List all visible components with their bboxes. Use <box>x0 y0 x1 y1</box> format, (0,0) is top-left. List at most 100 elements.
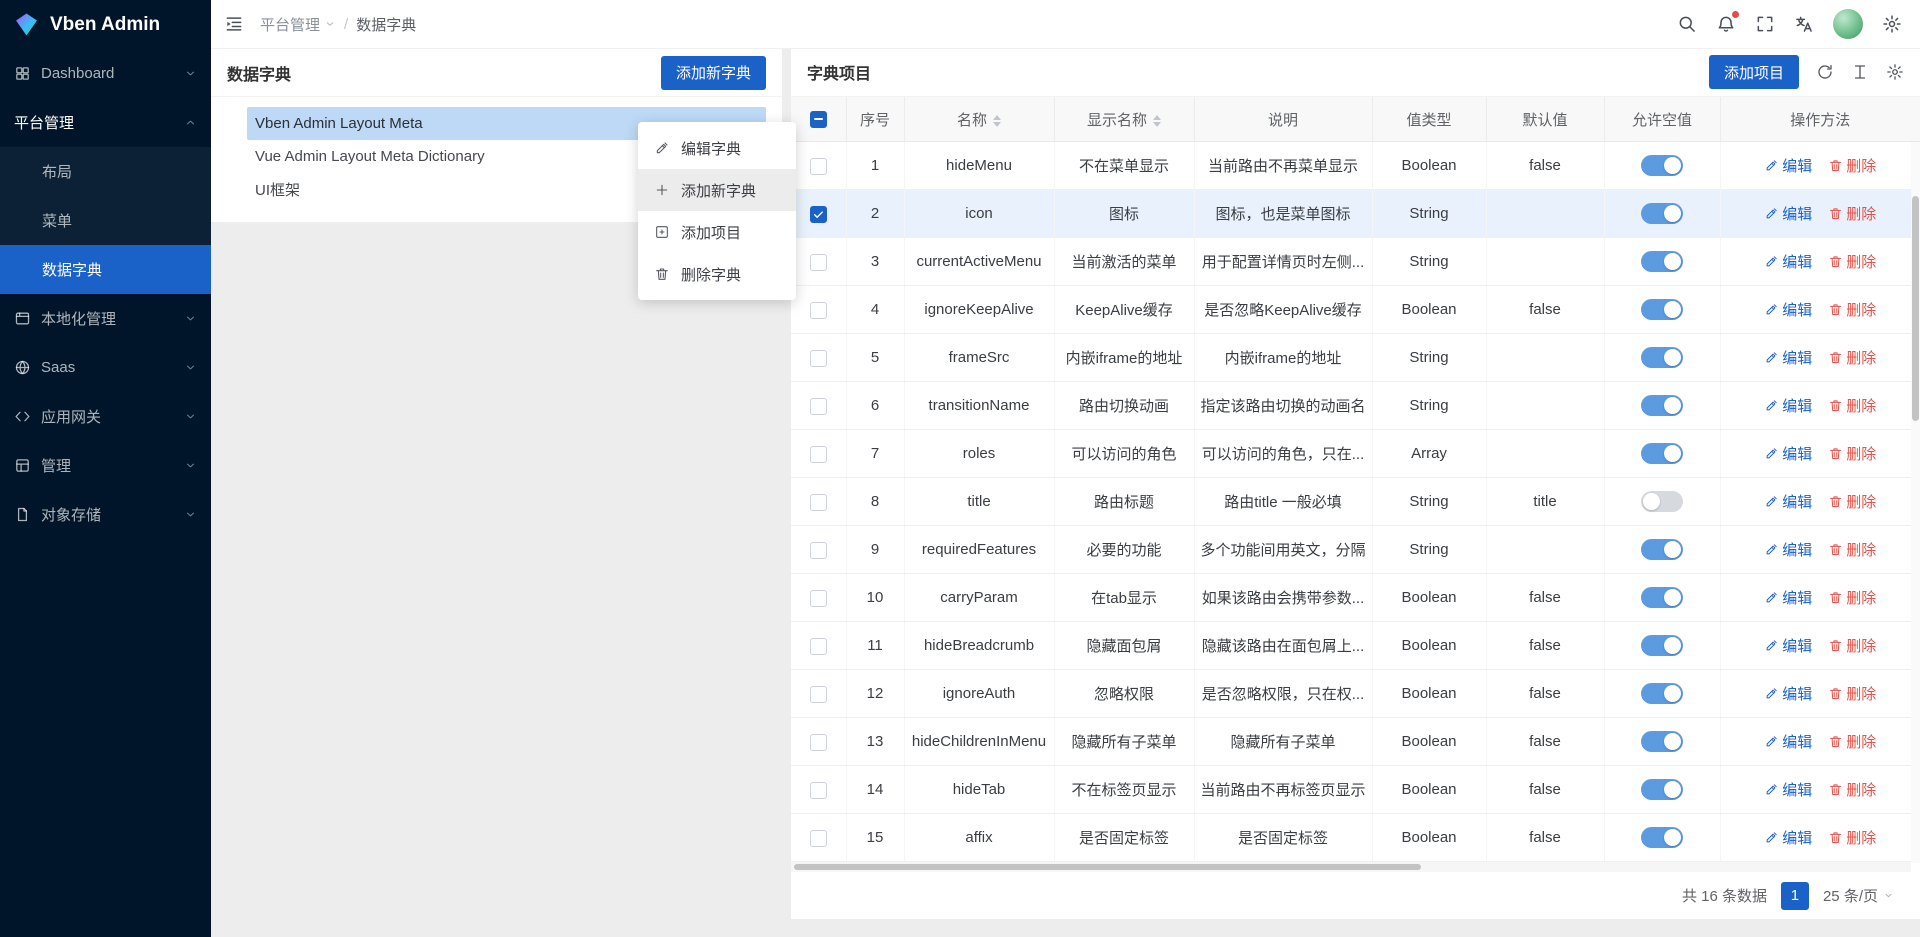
delete-row-button[interactable]: 删除 <box>1828 683 1876 704</box>
allow-null-toggle[interactable] <box>1641 539 1683 560</box>
allow-null-toggle[interactable] <box>1641 347 1683 368</box>
row-checkbox[interactable] <box>810 734 827 751</box>
sort-icon[interactable] <box>1153 115 1161 127</box>
collapse-sidebar-button[interactable] <box>224 14 244 34</box>
row-checkbox[interactable] <box>810 782 827 799</box>
table-row[interactable]: 14hideTab不在标签页显示当前路由不再标签页显示Booleanfalse编… <box>791 766 1920 814</box>
table-row[interactable]: 1hideMenu不在菜单显示当前路由不再菜单显示Booleanfalse编辑删… <box>791 142 1920 190</box>
allow-null-toggle[interactable] <box>1641 299 1683 320</box>
edit-row-button[interactable]: 编辑 <box>1764 587 1812 608</box>
delete-row-button[interactable]: 删除 <box>1828 587 1876 608</box>
table-row[interactable]: 4ignoreKeepAliveKeepAlive缓存是否忽略KeepAlive… <box>791 286 1920 334</box>
allow-null-toggle[interactable] <box>1641 251 1683 272</box>
select-all-checkbox[interactable] <box>810 111 827 128</box>
row-checkbox[interactable] <box>810 398 827 415</box>
horizontal-scrollbar-thumb[interactable] <box>794 864 1421 870</box>
allow-null-toggle[interactable] <box>1641 587 1683 608</box>
delete-row-button[interactable]: 删除 <box>1828 491 1876 512</box>
allow-null-toggle[interactable] <box>1641 203 1683 224</box>
row-checkbox[interactable] <box>810 302 827 319</box>
add-dict-button[interactable]: 添加新字典 <box>661 56 766 90</box>
sidebar-item-layout[interactable]: 布局 <box>0 147 211 196</box>
context-menu-item-delete-dict[interactable]: 删除字典 <box>638 253 796 295</box>
sidebar-item-menu[interactable]: 菜单 <box>0 196 211 245</box>
edit-row-button[interactable]: 编辑 <box>1764 635 1812 656</box>
sidebar-item-data-dictionary[interactable]: 数据字典 <box>0 245 211 294</box>
logo[interactable]: Vben Admin <box>0 0 211 49</box>
sidebar-item-management[interactable]: 管理 <box>0 441 211 490</box>
row-checkbox[interactable] <box>810 158 827 175</box>
notifications-button[interactable] <box>1716 14 1736 34</box>
table-row[interactable]: 9requiredFeatures必要的功能多个功能间用英文，分隔String编… <box>791 526 1920 574</box>
row-checkbox[interactable] <box>810 350 827 367</box>
edit-row-button[interactable]: 编辑 <box>1764 155 1812 176</box>
horizontal-scrollbar[interactable] <box>791 862 1911 872</box>
sidebar-item-localization[interactable]: 本地化管理 <box>0 294 211 343</box>
allow-null-toggle[interactable] <box>1641 683 1683 704</box>
add-item-button[interactable]: 添加项目 <box>1709 55 1799 89</box>
row-checkbox[interactable] <box>810 542 827 559</box>
delete-row-button[interactable]: 删除 <box>1828 731 1876 752</box>
row-checkbox[interactable] <box>810 686 827 703</box>
edit-row-button[interactable]: 编辑 <box>1764 203 1812 224</box>
delete-row-button[interactable]: 删除 <box>1828 203 1876 224</box>
user-avatar[interactable] <box>1833 9 1863 39</box>
table-row[interactable]: 2icon图标图标，也是菜单图标String编辑删除 <box>791 190 1920 238</box>
edit-row-button[interactable]: 编辑 <box>1764 827 1812 848</box>
delete-row-button[interactable]: 删除 <box>1828 443 1876 464</box>
edit-row-button[interactable]: 编辑 <box>1764 443 1812 464</box>
table-row[interactable]: 15affix是否固定标签是否固定标签Booleanfalse编辑删除 <box>791 814 1920 862</box>
vertical-scrollbar-thumb[interactable] <box>1912 196 1919 421</box>
edit-row-button[interactable]: 编辑 <box>1764 347 1812 368</box>
row-checkbox[interactable] <box>810 590 827 607</box>
refresh-icon[interactable] <box>1816 63 1834 81</box>
table-row[interactable]: 10carryParam在tab显示如果该路由会携带参数...Booleanfa… <box>791 574 1920 622</box>
context-menu-item-add-new-dict[interactable]: 添加新字典 <box>638 169 796 211</box>
sidebar-item-app-gateway[interactable]: 应用网关 <box>0 392 211 441</box>
sidebar-item-saas[interactable]: Saas <box>0 343 211 392</box>
edit-row-button[interactable]: 编辑 <box>1764 731 1812 752</box>
allow-null-toggle[interactable] <box>1641 443 1683 464</box>
delete-row-button[interactable]: 删除 <box>1828 539 1876 560</box>
delete-row-button[interactable]: 删除 <box>1828 827 1876 848</box>
page-number-button[interactable]: 1 <box>1781 882 1809 910</box>
translate-icon[interactable] <box>1794 14 1814 34</box>
breadcrumb-item-parent[interactable]: 平台管理 <box>260 14 336 35</box>
table-row[interactable]: 12ignoreAuth忽略权限是否忽略权限，只在权...Booleanfals… <box>791 670 1920 718</box>
delete-row-button[interactable]: 删除 <box>1828 395 1876 416</box>
row-checkbox[interactable] <box>810 446 827 463</box>
allow-null-toggle[interactable] <box>1641 155 1683 176</box>
row-checkbox[interactable] <box>810 494 827 511</box>
allow-null-toggle[interactable] <box>1641 779 1683 800</box>
allow-null-toggle[interactable] <box>1641 395 1683 416</box>
delete-row-button[interactable]: 删除 <box>1828 155 1876 176</box>
delete-row-button[interactable]: 删除 <box>1828 299 1876 320</box>
context-menu-item-add-item[interactable]: 添加项目 <box>638 211 796 253</box>
allow-null-toggle[interactable] <box>1641 731 1683 752</box>
allow-null-toggle[interactable] <box>1641 827 1683 848</box>
table-row[interactable]: 5frameSrc内嵌iframe的地址内嵌iframe的地址String编辑删… <box>791 334 1920 382</box>
table-settings-gear-icon[interactable] <box>1886 63 1904 81</box>
edit-row-button[interactable]: 编辑 <box>1764 683 1812 704</box>
settings-gear-icon[interactable] <box>1882 14 1902 34</box>
vertical-scrollbar[interactable] <box>1911 142 1920 863</box>
edit-row-button[interactable]: 编辑 <box>1764 779 1812 800</box>
edit-row-button[interactable]: 编辑 <box>1764 395 1812 416</box>
row-height-icon[interactable] <box>1851 63 1869 81</box>
column-header-display_name[interactable]: 显示名称 <box>1054 97 1194 142</box>
edit-row-button[interactable]: 编辑 <box>1764 251 1812 272</box>
edit-row-button[interactable]: 编辑 <box>1764 491 1812 512</box>
edit-row-button[interactable]: 编辑 <box>1764 299 1812 320</box>
table-row[interactable]: 6transitionName路由切换动画指定该路由切换的动画名String编辑… <box>791 382 1920 430</box>
fullscreen-icon[interactable] <box>1755 14 1775 34</box>
search-icon[interactable] <box>1677 14 1697 34</box>
delete-row-button[interactable]: 删除 <box>1828 347 1876 368</box>
delete-row-button[interactable]: 删除 <box>1828 779 1876 800</box>
sidebar-item-object-storage[interactable]: 对象存储 <box>0 490 211 539</box>
table-row[interactable]: 7roles可以访问的角色可以访问的角色，只在...Array编辑删除 <box>791 430 1920 478</box>
allow-null-toggle[interactable] <box>1641 491 1683 512</box>
row-checkbox[interactable] <box>810 254 827 271</box>
delete-row-button[interactable]: 删除 <box>1828 635 1876 656</box>
row-checkbox[interactable] <box>810 638 827 655</box>
context-menu-item-edit-dict[interactable]: 编辑字典 <box>638 127 796 169</box>
